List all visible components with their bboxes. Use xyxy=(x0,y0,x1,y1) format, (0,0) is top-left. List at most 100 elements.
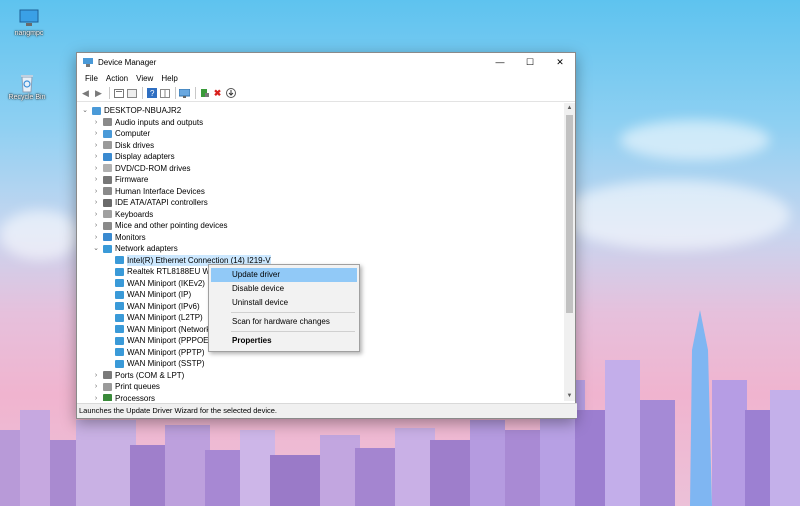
monitor-icon[interactable] xyxy=(179,88,190,99)
show-hidden-icon[interactable] xyxy=(126,88,137,99)
tree-category-label: Human Interface Devices xyxy=(115,186,205,196)
tree-category[interactable]: › Processors xyxy=(92,393,155,402)
tree-device[interactable]: WAN Miniport (PPTP) xyxy=(115,347,205,358)
tree-category-label: DVD/CD-ROM drives xyxy=(115,163,191,173)
processor-icon xyxy=(103,394,112,401)
network-adapter-icon xyxy=(115,348,124,356)
expand-icon[interactable]: › xyxy=(92,209,100,220)
menu-item-properties[interactable]: Properties xyxy=(211,334,357,348)
close-button[interactable]: ✕ xyxy=(545,53,575,71)
recycle-bin-icon xyxy=(16,72,38,93)
minimize-button[interactable]: — xyxy=(485,53,515,71)
scroll-down-icon[interactable]: ▼ xyxy=(564,391,575,401)
tree-category[interactable]: › Firmware xyxy=(92,174,149,185)
download-icon[interactable] xyxy=(225,88,236,99)
tree-category[interactable]: › Monitors xyxy=(92,232,146,243)
menu-separator xyxy=(231,331,355,332)
tree-device[interactable]: WAN Miniport (PPPOE) xyxy=(115,335,211,346)
tree-category-label: Firmware xyxy=(115,175,149,184)
expand-icon[interactable]: › xyxy=(92,140,100,151)
network-adapter-icon xyxy=(115,325,124,333)
tree-device[interactable]: WAN Miniport (IP) xyxy=(115,289,191,300)
tree-category[interactable]: › Human Interface Devices xyxy=(92,186,205,197)
network-adapter-icon xyxy=(115,267,124,276)
tree-category-label: Display adapters xyxy=(115,152,175,161)
network-adapter-icon xyxy=(115,359,124,368)
expand-icon[interactable]: › xyxy=(92,232,100,243)
expand-icon[interactable]: › xyxy=(92,128,100,139)
expand-icon[interactable]: › xyxy=(92,117,100,128)
tree-category-label: Audio inputs and outputs xyxy=(115,117,204,127)
tree-root[interactable]: ⌄ DESKTOP-NBUAJR2 xyxy=(81,105,181,116)
tree-category-label: Ports (COM & LPT) xyxy=(115,370,185,380)
expand-icon[interactable]: › xyxy=(92,151,100,162)
menu-action[interactable]: Action xyxy=(102,74,132,83)
tree-device[interactable]: WAN Miniport (IKEv2) xyxy=(115,278,205,289)
tree-category[interactable]: › DVD/CD-ROM drives xyxy=(92,163,191,174)
dvd-drive-icon xyxy=(103,164,112,172)
toolbar-grid-icon[interactable] xyxy=(159,88,170,99)
expand-icon[interactable]: › xyxy=(92,197,100,208)
tree-category[interactable]: › Keyboards xyxy=(92,209,153,220)
tree-category[interactable]: › Print queues xyxy=(92,381,160,392)
tree-category-label: Mice and other pointing devices xyxy=(115,221,228,230)
expand-icon[interactable]: › xyxy=(92,370,100,381)
expand-icon[interactable]: › xyxy=(92,186,100,197)
collapse-icon[interactable]: ⌄ xyxy=(81,105,89,116)
tree-category[interactable]: › Mice and other pointing devices xyxy=(92,220,228,231)
tree-device[interactable]: WAN Miniport (Network xyxy=(115,324,210,335)
menu-item-scan-hardware[interactable]: Scan for hardware changes xyxy=(211,315,357,329)
context-menu: Update driver Disable device Uninstall d… xyxy=(208,264,360,352)
tree-category[interactable]: › Ports (COM & LPT) xyxy=(92,370,185,381)
forward-icon[interactable]: ▶ xyxy=(93,88,104,99)
network-adapter-icon xyxy=(115,336,124,345)
tree-category[interactable]: › Disk drives xyxy=(92,140,154,151)
tree-device[interactable]: WAN Miniport (SSTP) xyxy=(115,358,205,369)
menu-item-update-driver[interactable]: Update driver xyxy=(211,268,357,282)
tree-category-network[interactable]: ⌄ Network adapters xyxy=(92,243,178,254)
tree-device-label: WAN Miniport (Network xyxy=(127,324,211,334)
network-adapter-icon xyxy=(115,290,124,299)
desktop-icon-recycle-bin[interactable]: Recycle Bin xyxy=(2,72,52,101)
tree-category[interactable]: › Audio inputs and outputs xyxy=(92,117,203,128)
tree-device-label: Realtek RTL8188EU Wire xyxy=(127,267,219,276)
tree-category-label: Print queues xyxy=(115,382,160,391)
title-bar[interactable]: Device Manager — ☐ ✕ xyxy=(77,53,575,71)
tree-category-label: Keyboards xyxy=(115,209,154,219)
menu-view[interactable]: View xyxy=(132,74,157,83)
tree-category[interactable]: › IDE ATA/ATAPI controllers xyxy=(92,197,208,208)
scroll-up-icon[interactable]: ▲ xyxy=(564,103,575,113)
expand-icon[interactable]: › xyxy=(92,220,100,231)
menu-help[interactable]: Help xyxy=(157,74,181,83)
expand-icon[interactable]: › xyxy=(92,381,100,392)
menu-item-disable-device[interactable]: Disable device xyxy=(211,282,357,296)
scrollbar-thumb[interactable] xyxy=(566,115,573,313)
tree-category[interactable]: › Display adapters xyxy=(92,151,175,162)
tree-device-label: WAN Miniport (IKEv2) xyxy=(127,278,205,288)
device-manager-window: Device Manager — ☐ ✕ File Action View He… xyxy=(76,52,577,419)
properties-icon[interactable] xyxy=(113,88,124,99)
collapse-icon[interactable]: ⌄ xyxy=(92,243,100,254)
desktop-icon-computer[interactable]: nangmpc xyxy=(4,8,54,37)
back-icon[interactable]: ◀ xyxy=(80,88,91,99)
expand-icon[interactable]: › xyxy=(92,393,100,402)
tree-device-label: WAN Miniport (IP) xyxy=(127,290,192,299)
tree-device[interactable]: WAN Miniport (L2TP) xyxy=(115,312,203,323)
monitor-icon xyxy=(103,233,112,241)
tree-category[interactable]: › Computer xyxy=(92,128,150,139)
menu-item-uninstall-device[interactable]: Uninstall device xyxy=(211,296,357,310)
expand-icon[interactable]: › xyxy=(92,163,100,174)
keyboard-icon xyxy=(103,210,112,218)
tree-device[interactable]: WAN Miniport (IPv6) xyxy=(115,301,200,312)
maximize-button[interactable]: ☐ xyxy=(515,53,545,71)
expand-icon[interactable]: › xyxy=(92,174,100,185)
update-driver-icon[interactable] xyxy=(199,88,210,99)
uninstall-icon[interactable]: ✖ xyxy=(212,88,223,99)
tree-category-label: IDE ATA/ATAPI controllers xyxy=(115,198,208,207)
display-adapter-icon xyxy=(103,152,112,161)
help-icon[interactable]: ? xyxy=(146,88,157,99)
vertical-scrollbar[interactable]: ▲ ▼ xyxy=(564,103,575,401)
menu-file[interactable]: File xyxy=(81,74,102,83)
tree-device[interactable]: Realtek RTL8188EU Wire xyxy=(115,266,219,277)
computer-icon xyxy=(92,106,101,115)
